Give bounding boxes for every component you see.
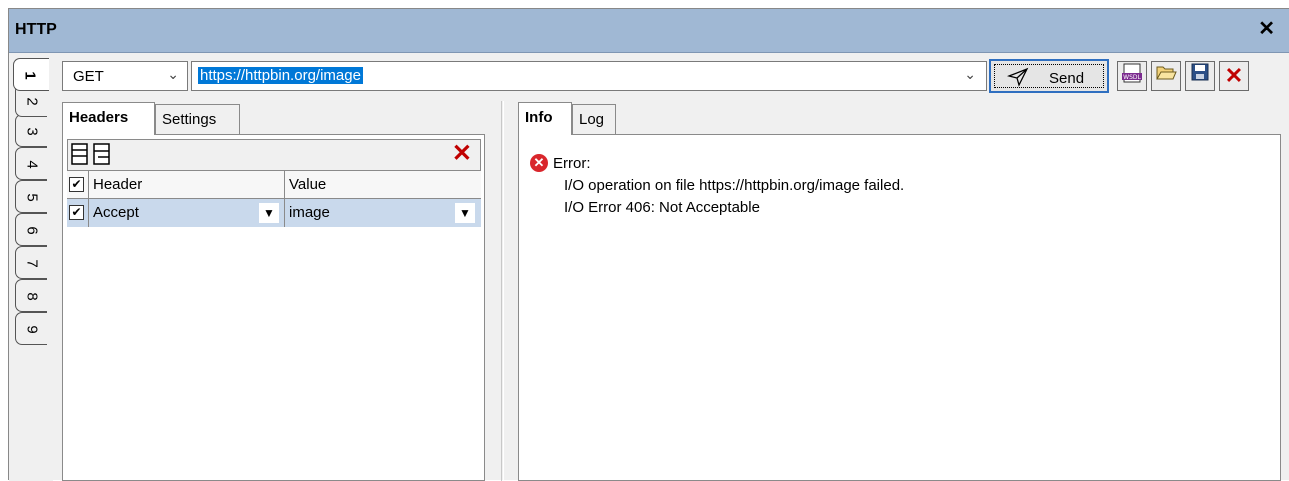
- vtab-6[interactable]: 6: [15, 213, 47, 246]
- open-folder-icon: [1155, 66, 1177, 86]
- table-row[interactable]: ✔ Accept ▼ image ▼: [67, 199, 481, 227]
- tab-settings[interactable]: Settings: [155, 104, 240, 134]
- vtab-1[interactable]: 1: [13, 58, 49, 91]
- tab-headers[interactable]: Headers: [62, 102, 155, 135]
- delete-row-icon[interactable]: ✕: [452, 141, 472, 167]
- save-icon: [1190, 63, 1210, 86]
- error-icon: ✕: [530, 154, 548, 172]
- headers-panel: ✕ ✔ Header Value ✔ Accept ▼ image ▼: [62, 134, 485, 481]
- title-bar: HTTP ✕: [9, 9, 1289, 53]
- paper-plane-icon: [1006, 67, 1029, 93]
- clear-button[interactable]: ✕: [1219, 61, 1249, 91]
- append-row-icon[interactable]: [70, 142, 90, 172]
- url-history-chevron-icon[interactable]: ⌄: [964, 66, 976, 83]
- vertical-tab-strip: 9 8 7 6 5 4 3 2 1: [9, 54, 53, 481]
- header-dropdown-icon[interactable]: ▼: [259, 203, 279, 223]
- panel-splitter[interactable]: [501, 101, 504, 481]
- close-window-icon[interactable]: ✕: [1258, 19, 1275, 39]
- close-icon: ✕: [1224, 63, 1244, 88]
- vtab-3[interactable]: 3: [15, 114, 47, 147]
- info-line-2: I/O Error 406: Not Acceptable: [564, 199, 760, 216]
- method-value: GET: [73, 68, 104, 85]
- vtab-5[interactable]: 5: [15, 180, 47, 213]
- info-status: Error:: [553, 155, 591, 172]
- info-line-1: I/O operation on file https://httpbin.or…: [564, 177, 905, 194]
- http-window: HTTP ✕ 9 8 7 6 5 4 3 2 1 GET ⌄ https://h…: [8, 8, 1289, 481]
- send-button[interactable]: Send: [989, 59, 1109, 93]
- headers-toolbar: ✕: [67, 139, 481, 171]
- url-value: https://httpbin.org/image: [198, 67, 363, 84]
- window-title: HTTP: [15, 21, 57, 38]
- vtab-9[interactable]: 9: [15, 312, 47, 345]
- vtab-8[interactable]: 8: [15, 279, 47, 312]
- url-input[interactable]: https://httpbin.org/image ⌄: [191, 61, 987, 91]
- insert-row-icon[interactable]: [92, 142, 112, 172]
- info-panel: ✕ Error: I/O operation on file https://h…: [518, 134, 1281, 481]
- column-header[interactable]: Header: [89, 171, 285, 199]
- column-value[interactable]: Value: [285, 171, 481, 199]
- vtab-4[interactable]: 4: [15, 147, 47, 180]
- headers-grid-header: ✔ Header Value: [67, 171, 481, 199]
- method-select[interactable]: GET ⌄: [62, 61, 188, 91]
- tab-info[interactable]: Info: [518, 102, 572, 135]
- value-cell[interactable]: image ▼: [285, 199, 481, 227]
- wsdl-button[interactable]: WSDL: [1117, 61, 1147, 91]
- open-button[interactable]: [1151, 61, 1181, 91]
- chevron-down-icon[interactable]: ⌄: [167, 66, 179, 83]
- send-label: Send: [1049, 70, 1085, 87]
- value-cell-value: image: [289, 204, 330, 221]
- vtab-7[interactable]: 7: [15, 246, 47, 279]
- save-button[interactable]: [1185, 61, 1215, 91]
- select-all-checkbox[interactable]: ✔: [69, 177, 84, 192]
- header-cell-value: Accept: [93, 204, 139, 221]
- value-dropdown-icon[interactable]: ▼: [455, 203, 475, 223]
- header-cell[interactable]: Accept ▼: [89, 199, 285, 227]
- row-enabled-checkbox[interactable]: ✔: [69, 205, 84, 220]
- tab-log[interactable]: Log: [572, 104, 616, 134]
- wsdl-icon: WSDL: [1121, 63, 1143, 88]
- svg-text:WSDL: WSDL: [1123, 74, 1141, 81]
